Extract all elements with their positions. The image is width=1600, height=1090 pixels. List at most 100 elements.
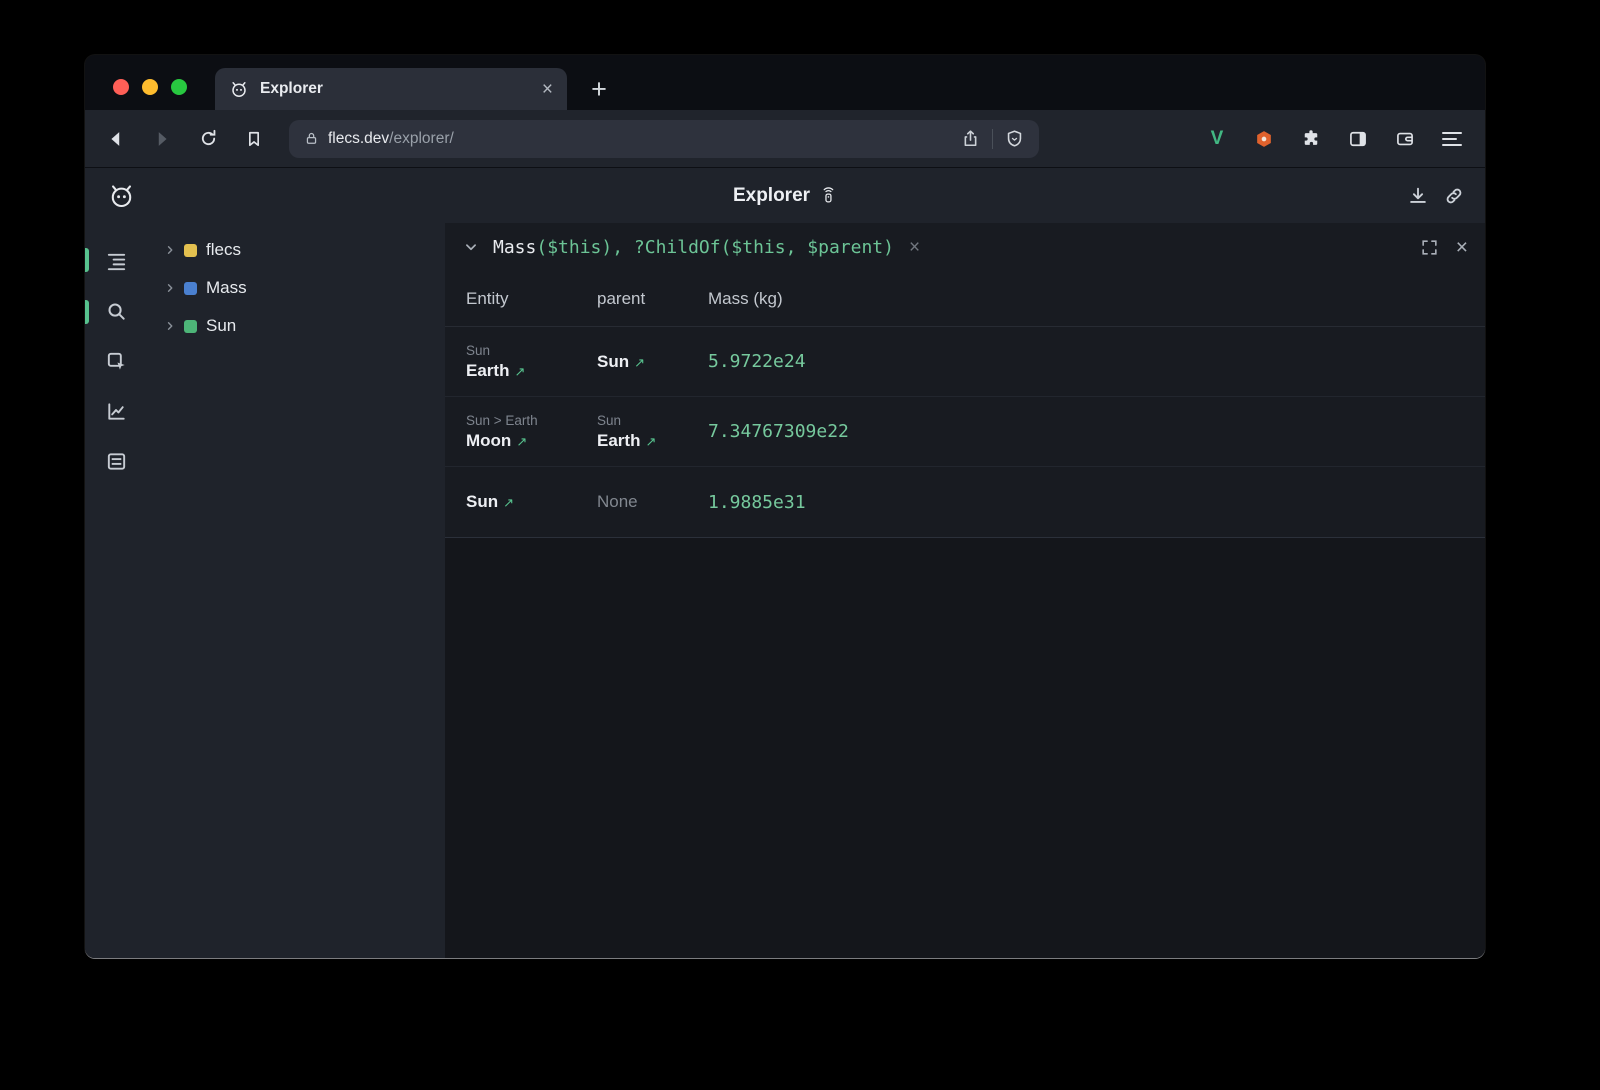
tree-item-mass[interactable]: Mass [148,269,445,307]
table-row: Sun Earth ↗ Sun ↗ 5.9722e24 [445,327,1485,397]
forward-icon [151,128,173,150]
vue-devtools-button[interactable]: V [1200,120,1234,158]
vue-devtools-icon: V [1211,128,1224,150]
browser-menu-button[interactable] [1435,120,1469,158]
browser-tab-explorer[interactable]: Explorer × [215,68,567,110]
brave-rewards-button[interactable] [1247,120,1281,158]
back-button[interactable] [97,120,135,158]
remote-icon[interactable] [820,185,837,206]
entity-color-swatch [184,244,197,257]
entity-cell: Sun ↗ [466,492,597,512]
tree-item-label: flecs [206,240,241,260]
external-link-icon: ↗ [503,495,514,511]
stats-panel-button[interactable] [104,398,130,424]
query-header: Mass($this), ?ChildOf($this, $parent) × … [445,223,1485,271]
panel-icon-rail [85,223,148,958]
external-link-icon: ↗ [514,364,525,380]
chevron-right-icon[interactable] [163,281,177,295]
wallet-icon [1395,129,1415,149]
toolbar-extensions-area: V [1200,120,1473,158]
reload-icon [198,128,219,149]
collapse-chevron-icon[interactable] [462,238,480,256]
share-icon [961,129,980,148]
share-button[interactable] [961,129,980,148]
external-link-icon: ↗ [516,434,527,450]
parent-none-label: None [597,492,708,512]
tab-title: Explorer [260,80,542,98]
download-icon [1407,185,1429,207]
bookmark-icon [244,129,264,149]
parent-link[interactable]: Earth ↗ [597,431,708,451]
query-close-button[interactable]: × [1456,237,1468,258]
lock-icon[interactable] [304,131,319,146]
inspector-icon [105,350,128,373]
url-bar[interactable]: flecs.dev/explorer/ [289,120,1039,158]
parent-cell: Sun ↗ [597,352,708,372]
page-title: Explorer [733,185,810,207]
rows-icon [105,450,128,473]
external-link-icon: ↗ [645,434,656,450]
app-content: flecs Mass Sun [85,223,1485,958]
sidebar-toggle-button[interactable] [1341,120,1375,158]
mass-value: 5.9722e24 [708,351,1485,372]
extensions-button[interactable] [1294,120,1328,158]
tree-item-label: Sun [206,316,236,336]
bookmark-button[interactable] [235,120,273,158]
url-bar-divider [992,129,993,149]
chevron-right-icon[interactable] [163,243,177,257]
query-header-actions: × [1420,237,1468,258]
hexagon-icon [1254,129,1274,149]
share-link-button[interactable] [1443,185,1465,207]
menu-icon [1442,131,1462,147]
table-row: Sun ↗ None 1.9885e31 [445,467,1485,537]
tab-close-button[interactable]: × [542,80,553,99]
reload-button[interactable] [189,120,227,158]
url-path: /explorer/ [389,130,454,147]
journal-panel-button[interactable] [104,448,130,474]
parent-link[interactable]: Sun ↗ [597,352,708,372]
column-header-mass: Mass (kg) [708,289,1485,309]
new-tab-button[interactable]: + [581,71,617,107]
entity-parent-path: Sun > Earth [466,413,597,428]
entities-panel-button[interactable] [104,248,130,274]
forward-button[interactable] [143,120,181,158]
brave-shield-button[interactable] [1005,128,1024,149]
column-header-entity: Entity [466,289,597,309]
flecs-favicon-icon [229,79,249,99]
chevron-right-icon[interactable] [163,319,177,333]
table-row: Sun > Earth Moon ↗ Sun Earth ↗ 7.3476 [445,397,1485,467]
tree-item-flecs[interactable]: flecs [148,231,445,269]
app-header: Explorer [85,167,1485,223]
wallet-button[interactable] [1388,120,1422,158]
link-icon [1443,185,1465,207]
inspector-panel-button[interactable] [104,348,130,374]
entity-link[interactable]: Sun ↗ [466,492,597,512]
query-result-card: Mass($this), ?ChildOf($this, $parent) × … [445,223,1485,538]
traffic-lights [113,79,187,95]
entity-link[interactable]: Earth ↗ [466,361,597,381]
app-header-actions [1407,185,1469,207]
query-panel-button[interactable] [104,298,130,324]
minimize-window-button[interactable] [142,79,158,95]
query-clear-button[interactable]: × [909,238,920,257]
mass-value: 1.9885e31 [708,492,1485,513]
parent-cell: Sun Earth ↗ [597,413,708,451]
tab-strip: Explorer × + [85,55,1485,110]
fullscreen-button[interactable] [1420,238,1439,257]
entity-link[interactable]: Moon ↗ [466,431,597,451]
query-expression[interactable]: Mass($this), ?ChildOf($this, $parent) [493,237,894,258]
results-table-header: Entity parent Mass (kg) [445,271,1485,327]
zoom-window-button[interactable] [171,79,187,95]
fullscreen-icon [1420,238,1439,257]
tree-item-sun[interactable]: Sun [148,307,445,345]
close-window-button[interactable] [113,79,129,95]
browser-toolbar: flecs.dev/explorer/ V [85,110,1485,167]
parent-path: Sun [597,413,708,428]
entity-color-swatch [184,282,197,295]
brave-shield-icon [1005,128,1024,149]
url-domain: flecs.dev [328,130,389,147]
download-button[interactable] [1407,185,1429,207]
parent-cell: None [597,492,708,512]
browser-window: Explorer × + [85,55,1485,958]
query-term-green: ($this), ?ChildOf($this, $parent) [536,237,894,258]
